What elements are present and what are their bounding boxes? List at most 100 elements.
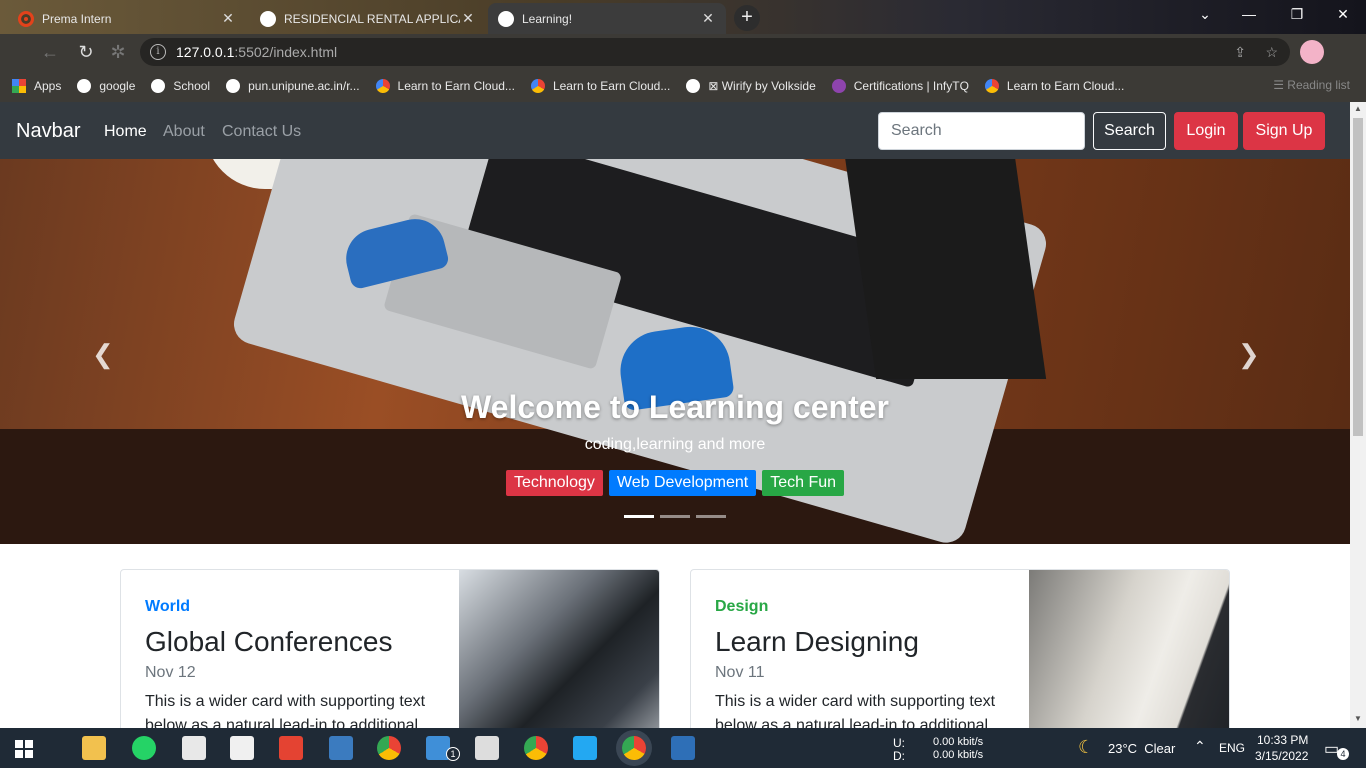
card-category: World (145, 598, 191, 615)
bookmark-wirify[interactable]: ⊠ Wirify by Volkside (686, 79, 816, 93)
card-text: This is a wider card with supporting tex… (145, 693, 426, 728)
tab-search-chevron-icon[interactable]: ⌄ (1190, 6, 1220, 23)
chrome-active-icon[interactable] (622, 736, 646, 760)
close-window-icon[interactable]: ✕ (1328, 6, 1358, 23)
carousel-next-icon[interactable]: ❯ (1238, 339, 1260, 370)
tab-rental-application[interactable]: RESIDENCIAL RENTAL APPLICATI ✕ (250, 3, 486, 34)
chrome-icon[interactable] (377, 736, 401, 760)
reading-list[interactable]: ☰ Reading list (1273, 78, 1350, 92)
carousel-indicator-2[interactable] (660, 515, 690, 518)
close-icon[interactable]: ✕ (700, 10, 716, 27)
tab-title: RESIDENCIAL RENTAL APPLICATI (284, 11, 460, 26)
notifications-count: 4 (1337, 748, 1349, 760)
minimize-icon[interactable]: — (1234, 6, 1264, 22)
globe-icon (77, 79, 92, 93)
bookmark-label: Learn to Earn Cloud... (397, 79, 515, 93)
app-icon[interactable] (230, 736, 254, 760)
profile-avatar[interactable] (1300, 40, 1324, 64)
python-icon[interactable] (475, 736, 499, 760)
search-input[interactable]: Search (878, 112, 1085, 150)
carousel-indicator-3[interactable] (696, 515, 726, 518)
anydesk-icon[interactable] (279, 736, 303, 760)
tab-prema-intern[interactable]: Prema Intern ✕ (8, 3, 246, 34)
moon-weather-icon[interactable]: ☾ (1078, 737, 1094, 758)
nav-about[interactable]: About (163, 123, 205, 141)
vscode-icon[interactable] (573, 736, 597, 760)
tab-title: Prema Intern (42, 11, 112, 26)
scroll-up-icon[interactable]: ▲ (1354, 104, 1362, 113)
url-host: 127.0.0.1 (176, 44, 235, 60)
nav-contact[interactable]: Contact Us (222, 123, 301, 141)
page-scrollbar[interactable]: ▲ ▼ (1350, 102, 1366, 728)
scrollbar-thumb[interactable] (1353, 118, 1363, 436)
page-viewport: Navbar Home About Contact Us Search Sear… (0, 102, 1350, 728)
bookmark-cloud-1[interactable]: Learn to Earn Cloud... (375, 79, 515, 93)
card-title: Learn Designing (715, 626, 919, 657)
tab-learning[interactable]: Learning! ✕ (488, 3, 726, 34)
clock-date[interactable]: 3/15/2022 (1255, 749, 1308, 763)
card-title: Global Conferences (145, 626, 393, 657)
address-bar[interactable]: i 127.0.0.1:5502/index.html ⇪ ☆ (140, 38, 1290, 66)
navbar-brand[interactable]: Navbar (16, 120, 80, 143)
opera-icon (18, 10, 34, 27)
java-icon[interactable] (182, 736, 206, 760)
signup-button[interactable]: Sign Up (1243, 112, 1325, 150)
language-indicator[interactable]: ENG (1219, 741, 1245, 755)
file-explorer-icon[interactable] (82, 736, 106, 760)
globe-icon (686, 79, 701, 93)
google-cloud-icon (984, 79, 999, 93)
globe-icon (498, 10, 514, 27)
bookmark-cloud-2[interactable]: Learn to Earn Cloud... (530, 79, 670, 93)
bookmark-unipune[interactable]: pun.unipune.ac.in/r... (226, 79, 360, 93)
net-up-speed: 0.00 kbit/s (933, 736, 984, 748)
badge-technology[interactable]: Technology (505, 470, 603, 496)
bookmark-apps[interactable]: Apps (12, 79, 61, 93)
new-tab-button[interactable]: + (734, 5, 760, 31)
weather-text[interactable]: 23°C Clear (1108, 741, 1175, 756)
card-learn-designing: Design Learn Designing Nov 11 This is a … (690, 569, 1230, 728)
clock-time[interactable]: 10:33 PM (1257, 733, 1308, 747)
bookmark-school[interactable]: School (151, 79, 210, 93)
hero-carousel: ❮ ❯ Welcome to Learning center coding,le… (0, 159, 1350, 544)
python-ide-icon[interactable] (329, 736, 353, 760)
bookmark-google[interactable]: google (77, 79, 135, 93)
back-icon[interactable]: ← (38, 40, 62, 64)
carousel-indicator-1[interactable] (624, 515, 654, 518)
login-button[interactable]: Login (1174, 112, 1238, 150)
card-image-laptop (1029, 570, 1229, 728)
reading-list-icon: ☰ (1273, 78, 1288, 92)
carousel-caption: Welcome to Learning center coding,learni… (0, 389, 1350, 496)
search-button[interactable]: Search (1093, 112, 1166, 150)
close-icon[interactable]: ✕ (220, 10, 236, 27)
scroll-down-icon[interactable]: ▼ (1354, 714, 1362, 723)
share-star-icons[interactable]: ⇪ ☆ (1234, 44, 1278, 61)
extension-icon[interactable]: ✲ (106, 40, 130, 64)
close-icon[interactable]: ✕ (460, 10, 476, 27)
carousel-prev-icon[interactable]: ❮ (92, 339, 114, 370)
bookmark-label: Certifications | InfyTQ (853, 79, 969, 93)
bookmark-label: pun.unipune.ac.in/r... (248, 79, 360, 93)
bookmark-infytq[interactable]: Certifications | InfyTQ (831, 79, 969, 93)
badge-web-development[interactable]: Web Development (608, 470, 757, 496)
site-info-icon[interactable]: i (150, 44, 166, 60)
whatsapp-icon[interactable] (132, 736, 156, 760)
windows-start-icon[interactable] (15, 740, 33, 758)
globe-icon (226, 79, 241, 93)
photos-icon[interactable] (671, 736, 695, 760)
chrome-profile-icon[interactable] (524, 736, 548, 760)
carousel-title: Welcome to Learning center (461, 389, 889, 425)
laptop-screen-image (843, 159, 1047, 379)
apps-grid-icon (12, 79, 26, 93)
site-navbar: Navbar Home About Contact Us Search Sear… (0, 102, 1350, 159)
card-date: Nov 12 (145, 664, 196, 681)
carousel-indicators (624, 515, 726, 518)
mail-badge: 1 (446, 747, 460, 761)
card-date: Nov 11 (715, 664, 765, 681)
tray-overflow-icon[interactable]: ⌃ (1194, 738, 1206, 755)
reload-icon[interactable]: ↻ (74, 40, 98, 64)
carousel-subtitle: coding,learning and more (584, 436, 766, 453)
nav-home[interactable]: Home (104, 123, 147, 141)
restore-icon[interactable]: ❐ (1282, 6, 1312, 23)
bookmark-cloud-3[interactable]: Learn to Earn Cloud... (984, 79, 1124, 93)
badge-tech-fun[interactable]: Tech Fun (762, 470, 845, 496)
